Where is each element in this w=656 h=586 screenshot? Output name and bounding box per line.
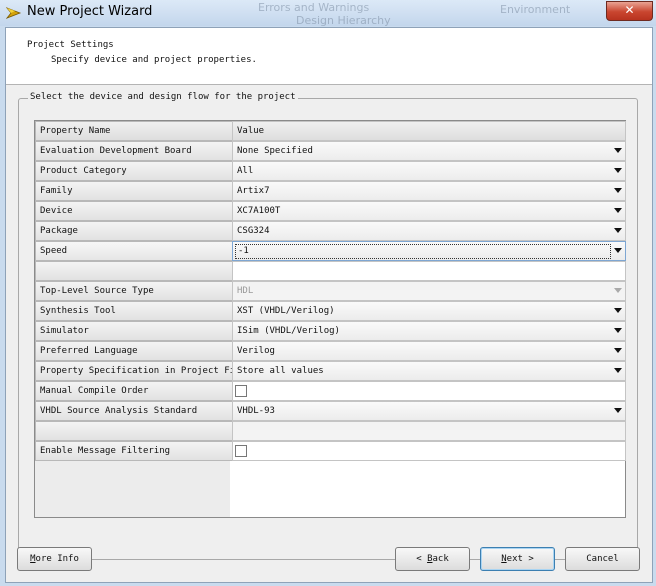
property-value-cell: [232, 421, 626, 441]
close-icon: ✕: [624, 3, 635, 17]
chevron-down-icon[interactable]: [614, 348, 622, 353]
property-row: VHDL Source Analysis Standard VHDL-93: [35, 401, 626, 421]
background-panel-hint: Environment: [500, 3, 571, 16]
property-value-text: HDL: [237, 286, 254, 296]
property-name-cell: Preferred Language: [35, 341, 234, 361]
property-name-cell: Property Specification in Project File: [35, 361, 234, 381]
property-name-cell: [35, 261, 234, 281]
back-button[interactable]: < Back: [395, 547, 470, 571]
property-name-cell: Product Category: [35, 161, 234, 181]
property-value-dropdown[interactable]: CSG324: [232, 221, 626, 241]
property-value-dropdown[interactable]: VHDL-93: [232, 401, 626, 421]
property-row: Property Specification in Project File St…: [35, 361, 626, 381]
checkbox[interactable]: [235, 445, 247, 457]
property-row: Family Artix7: [35, 181, 626, 201]
property-grid: Property Name Value Evaluation Developme…: [34, 120, 626, 518]
property-value-dropdown[interactable]: None Specified: [232, 141, 626, 161]
property-row: Top-Level Source Type HDL: [35, 281, 626, 301]
property-name-cell: Speed: [35, 241, 234, 261]
wizard-body: Project Settings Specify device and proj…: [5, 27, 653, 583]
property-value-text: XST (VHDL/Verilog): [237, 306, 335, 316]
property-name-cell: Top-Level Source Type: [35, 281, 234, 301]
chevron-down-icon[interactable]: [614, 248, 622, 253]
property-row: Device XC7A100T: [35, 201, 626, 221]
title-bar: New Project Wizard Errors and Warnings D…: [0, 0, 656, 27]
property-value-dropdown[interactable]: XC7A100T: [232, 201, 626, 221]
property-row: [35, 421, 626, 441]
property-name-cell: Family: [35, 181, 234, 201]
property-value-dropdown[interactable]: Artix7: [232, 181, 626, 201]
chevron-down-icon[interactable]: [614, 228, 622, 233]
property-row: Simulator ISim (VHDL/Verilog): [35, 321, 626, 341]
chevron-down-icon[interactable]: [614, 188, 622, 193]
property-name-cell: Synthesis Tool: [35, 301, 234, 321]
property-value-text: XC7A100T: [237, 206, 281, 216]
cancel-button[interactable]: Cancel: [565, 547, 640, 571]
property-value-text: All: [237, 166, 254, 176]
device-flow-group: Select the device and design flow for th…: [18, 92, 638, 560]
property-row: Package CSG324: [35, 221, 626, 241]
property-checkbox-cell[interactable]: [232, 381, 626, 401]
chevron-down-icon: [614, 288, 622, 293]
grid-header-row: Property Name Value: [35, 121, 626, 141]
property-value-text: None Specified: [237, 146, 313, 156]
property-value-text: Verilog: [237, 346, 275, 356]
property-value-dropdown[interactable]: Store all values: [232, 361, 626, 381]
property-name-cell: Package: [35, 221, 234, 241]
property-row: Synthesis Tool XST (VHDL/Verilog): [35, 301, 626, 321]
header-panel: Project Settings Specify device and proj…: [6, 28, 652, 85]
property-value-dropdown[interactable]: XST (VHDL/Verilog): [232, 301, 626, 321]
property-value-text: Store all values: [237, 366, 324, 376]
more-info-button[interactable]: More Info: [17, 547, 92, 571]
group-label: Select the device and design flow for th…: [28, 92, 298, 102]
chevron-down-icon[interactable]: [614, 208, 622, 213]
property-row: Preferred Language Verilog: [35, 341, 626, 361]
column-header-value: Value: [232, 121, 626, 141]
property-name-cell: Manual Compile Order: [35, 381, 234, 401]
property-value-text: VHDL-93: [237, 406, 275, 416]
property-row: [35, 261, 626, 281]
chevron-down-icon[interactable]: [614, 308, 622, 313]
property-value-cell: [232, 261, 626, 281]
property-row: Manual Compile Order: [35, 381, 626, 401]
property-value-text: -1: [235, 244, 611, 259]
property-name-cell: Evaluation Development Board: [35, 141, 234, 161]
chevron-down-icon[interactable]: [614, 148, 622, 153]
property-name-cell: VHDL Source Analysis Standard: [35, 401, 234, 421]
property-row: Product Category All: [35, 161, 626, 181]
column-header-property-name: Property Name: [35, 121, 234, 141]
property-value-dropdown[interactable]: All: [232, 161, 626, 181]
property-value-text: Artix7: [237, 186, 270, 196]
page-subtitle: Specify device and project properties.: [51, 55, 257, 65]
property-value-dropdown[interactable]: -1: [232, 241, 626, 261]
property-name-cell: Enable Message Filtering: [35, 441, 234, 461]
property-checkbox-cell[interactable]: [232, 441, 626, 461]
close-button[interactable]: ✕: [606, 1, 653, 21]
property-value-dropdown: HDL: [232, 281, 626, 301]
chevron-down-icon[interactable]: [614, 328, 622, 333]
property-name-cell: Simulator: [35, 321, 234, 341]
property-row: Evaluation Development Board None Specifi…: [35, 141, 626, 161]
ise-logo-icon: [6, 7, 22, 19]
property-row: Speed -1: [35, 241, 626, 261]
next-button[interactable]: Next >: [480, 547, 555, 571]
property-value-text: ISim (VHDL/Verilog): [237, 326, 340, 336]
checkbox[interactable]: [235, 385, 247, 397]
property-row: Enable Message Filtering: [35, 441, 626, 461]
property-name-cell: Device: [35, 201, 234, 221]
property-name-cell: [35, 421, 234, 441]
property-value-text: CSG324: [237, 226, 270, 236]
window-title: New Project Wizard: [27, 4, 153, 19]
chevron-down-icon[interactable]: [614, 408, 622, 413]
page-title: Project Settings: [27, 40, 114, 50]
property-value-dropdown[interactable]: ISim (VHDL/Verilog): [232, 321, 626, 341]
property-value-dropdown[interactable]: Verilog: [232, 341, 626, 361]
chevron-down-icon[interactable]: [614, 168, 622, 173]
chevron-down-icon[interactable]: [614, 368, 622, 373]
